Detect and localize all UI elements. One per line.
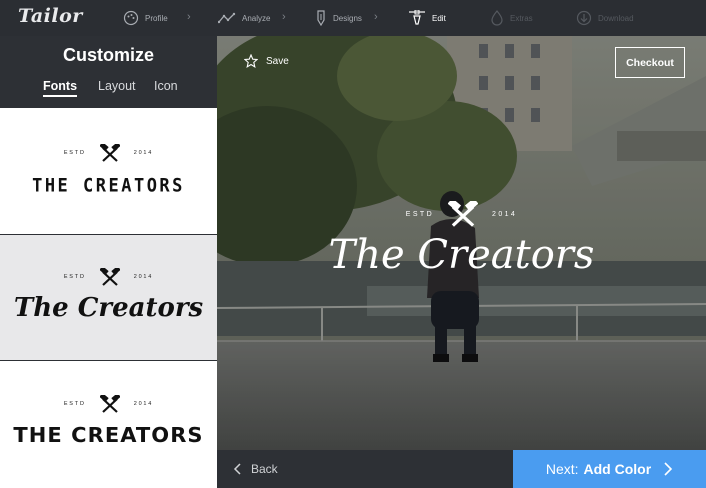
panel-title: Customize: [62, 45, 154, 65]
crossed-hammers-icon: [99, 144, 120, 162]
estd-label: ESTD: [63, 150, 86, 156]
estd-row: ESTD 2014: [0, 144, 217, 162]
chevron-right-icon: [664, 462, 673, 476]
step-label: Analyze: [242, 13, 271, 23]
crossed-hammers-icon: [448, 201, 479, 227]
chevron-right-icon: ›: [374, 11, 378, 23]
estd-row: ESTD 2014: [0, 395, 217, 413]
chevron-left-icon: [233, 463, 241, 475]
download-icon: [576, 10, 592, 26]
tab-layout[interactable]: Layout: [98, 79, 136, 95]
year-label: 2014: [492, 210, 518, 218]
chevron-right-icon: ›: [282, 11, 286, 23]
step-label: Designs: [333, 13, 362, 23]
step-extras: Extras: [490, 0, 533, 36]
step-profile[interactable]: Profile: [123, 0, 168, 36]
app-logo[interactable]: Tailor: [18, 5, 83, 27]
logo-preview-text: THE CREATORS: [13, 423, 204, 447]
preview-logo-text: The Creators: [328, 232, 595, 278]
analyze-icon: [218, 12, 236, 24]
palette-icon: [123, 10, 139, 26]
step-label: Extras: [510, 13, 533, 23]
next-add-color-button[interactable]: Next: Add Color: [513, 450, 706, 488]
save-button[interactable]: Save: [244, 54, 289, 68]
tab-icon[interactable]: Icon: [154, 79, 178, 95]
crossed-hammers-icon: [99, 268, 120, 286]
estd-label: ESTD: [405, 210, 435, 218]
estd-label: ESTD: [63, 401, 86, 407]
font-option-3[interactable]: ESTD 2014 THE CREATORS: [0, 361, 217, 488]
next-label: Add Color: [583, 461, 652, 477]
crossed-hammers-icon: [99, 395, 120, 413]
step-designs[interactable]: Designs: [315, 0, 362, 36]
logo-preview-text: The Creators: [13, 293, 204, 323]
customize-panel: Customize Fonts Layout Icon ESTD 2014 TH…: [0, 36, 217, 488]
preview-estd-row: ESTD 2014: [217, 201, 706, 227]
font-option-1[interactable]: ESTD 2014 THE CREATORS: [0, 108, 217, 234]
tab-fonts[interactable]: Fonts: [43, 79, 78, 97]
bezier-pen-icon: [409, 10, 425, 25]
year-label: 2014: [133, 150, 154, 156]
logo-preview-text: THE CREATORS: [32, 175, 185, 197]
step-analyze[interactable]: Analyze: [218, 0, 270, 36]
save-label: Save: [266, 55, 289, 67]
back-label: Back: [251, 462, 278, 476]
year-label: 2014: [133, 274, 154, 280]
design-preview: Save Checkout ESTD 2014 The Creators: [217, 36, 706, 450]
estd-row: ESTD 2014: [0, 268, 217, 286]
drop-icon: [491, 10, 503, 26]
next-prefix: Next:: [545, 461, 579, 477]
bottom-action-bar: Back Next: Add Color: [217, 450, 706, 488]
chevron-right-icon: ›: [187, 11, 191, 23]
step-label: Download: [598, 13, 634, 23]
step-edit[interactable]: Edit: [408, 0, 446, 36]
estd-label: ESTD: [63, 274, 86, 280]
top-navigation-bar: Tailor Profile › Analyze › Designs › Edi…: [0, 0, 706, 36]
back-button[interactable]: Back: [233, 450, 278, 488]
checkout-button[interactable]: Checkout: [615, 47, 685, 78]
year-label: 2014: [133, 401, 154, 407]
step-label: Edit: [432, 13, 446, 23]
step-download: Download: [576, 0, 634, 36]
step-label: Profile: [145, 13, 168, 23]
star-icon: [244, 54, 258, 68]
font-option-2[interactable]: ESTD 2014 The Creators: [0, 235, 217, 360]
pen-nib-icon: [317, 10, 325, 26]
